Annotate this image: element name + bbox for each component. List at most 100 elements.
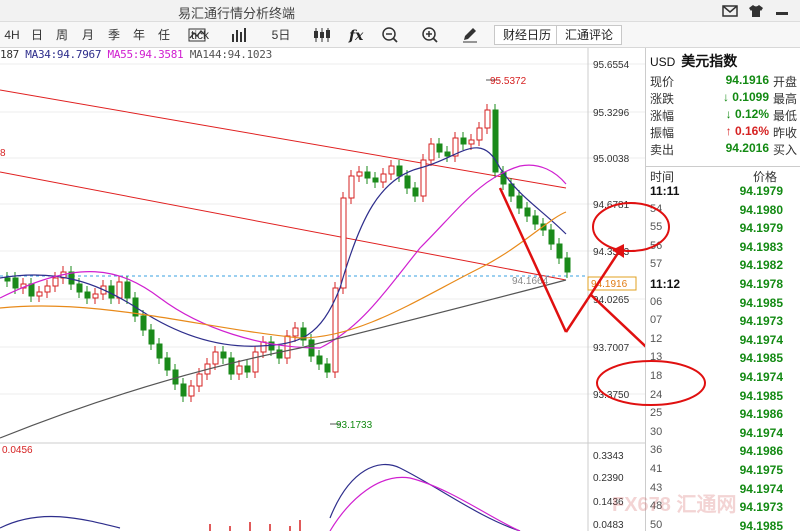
quote-value: ↑ 0.16% — [726, 124, 769, 138]
quote-arrow: ↓ — [722, 90, 729, 104]
tick-price: 94.1973 — [739, 314, 783, 329]
candle-body — [4, 277, 11, 282]
tick-row: 57 94.1982 — [646, 256, 800, 275]
svg-text:fx: fx — [348, 28, 364, 44]
price-axis-label: 94.6781 — [593, 200, 630, 211]
zoom-out-icon[interactable] — [380, 26, 400, 44]
tick-price: 94.1978 — [739, 277, 783, 291]
zoom-in-icon[interactable] — [420, 26, 440, 44]
tick-price: 94.1973 — [739, 500, 783, 515]
candle-body — [196, 373, 203, 387]
shirt-icon[interactable] — [748, 4, 764, 18]
quote-number: 94.1916 — [725, 73, 769, 87]
subchart-axis-label: 0.0483 — [593, 520, 624, 531]
minimize-icon[interactable] — [774, 4, 790, 18]
tick-row: 56 94.1983 — [646, 238, 800, 257]
candle-body — [564, 257, 571, 273]
period-week[interactable]: 周 — [55, 26, 69, 44]
candle-body — [420, 159, 427, 197]
quote-right-label: 最高 — [772, 92, 797, 106]
candle-body — [212, 351, 219, 365]
candle-body — [380, 173, 387, 183]
candle-body — [548, 229, 555, 245]
tick-time: 06 — [650, 295, 663, 308]
tick-price: 94.1985 — [739, 295, 783, 310]
candle-body — [92, 293, 99, 299]
candle-body — [148, 329, 155, 345]
candle-body — [348, 175, 355, 199]
price-axis-label: 94.3523 — [593, 247, 630, 258]
candle-body — [324, 363, 331, 373]
high-price-label: 95.5372 — [490, 76, 527, 87]
quote-right-label: 开盘 — [772, 75, 797, 89]
period-year[interactable]: 年 — [132, 26, 146, 44]
tick-row: 41 94.1975 — [646, 461, 800, 480]
quote-row: 现价 94.1916 开盘 — [646, 72, 800, 89]
fx-commentary-button[interactable]: 汇通评论 — [556, 25, 623, 45]
tick-price: 94.1979 — [739, 184, 783, 198]
quote-label: 振幅 — [650, 126, 675, 140]
candle-body — [364, 171, 371, 179]
ma144-line — [0, 211, 567, 339]
quote-row: 卖出 94.2016 买入 — [646, 140, 800, 157]
bar-chart-icon[interactable] — [229, 26, 249, 44]
ma144-label: MA144:94.1023 — [189, 48, 273, 61]
tick-time: 36 — [650, 444, 663, 457]
quote-row: 振幅 ↑ 0.16% 昨收 — [646, 123, 800, 140]
quote-right-label: 昨收 — [772, 126, 797, 140]
period-custom[interactable]: 任 — [157, 26, 171, 44]
economic-calendar-button[interactable]: 财经日历 — [494, 25, 561, 45]
candle-body — [396, 165, 403, 177]
tick-price: 94.1979 — [739, 221, 783, 236]
period-4h[interactable]: 4H — [4, 26, 20, 44]
candlestick-icon[interactable] — [312, 26, 332, 44]
kline-chart-area[interactable]: 95.6554 95.3296 95.0038 94.6781 94.3523 94.02… — [0, 48, 666, 531]
quote-number: 0.16% — [734, 124, 769, 138]
candle-body — [44, 285, 51, 293]
tick-table-header: 时间 价格 — [646, 166, 800, 184]
candle-body — [188, 385, 195, 397]
quote-value: 94.2016 — [726, 141, 769, 155]
mail-icon[interactable] — [722, 4, 738, 18]
tick-row: 50 94.1985 — [646, 517, 800, 531]
quote-panel: USD 美元指数 现价 94.1916 开盘 涨跌 ↓ 0.1099 最高 涨幅 ↓ 0.1… — [645, 48, 800, 531]
tick-price: 94.1982 — [739, 258, 783, 273]
price-axis-label: 95.3296 — [593, 108, 630, 119]
tick-time: 57 — [650, 258, 663, 271]
period-5day[interactable]: 5日 — [270, 26, 292, 44]
tick-price: 94.1986 — [739, 444, 783, 459]
candle-body — [468, 139, 475, 145]
tick-price: 94.1974 — [739, 481, 783, 496]
pen-draw-icon[interactable] — [460, 26, 480, 44]
tick-price: 94.1985 — [739, 518, 783, 531]
quote-right-label: 买入 — [772, 143, 797, 157]
quote-value: 94.1916 — [726, 73, 769, 87]
sub-line-3 — [329, 476, 521, 531]
candle-body — [476, 127, 483, 141]
quote-label: 现价 — [650, 75, 675, 89]
candle-body — [436, 143, 443, 153]
quote-row: 涨幅 ↓ 0.12% 最低 — [646, 106, 800, 123]
candle-body — [460, 137, 467, 145]
tick-row: 11:12 94.1978 — [646, 275, 800, 294]
period-quarter[interactable]: 季 — [107, 26, 121, 44]
candle-body — [332, 287, 339, 373]
tick-button[interactable]: tick — [187, 26, 213, 44]
quote-right-label: 最低 — [772, 109, 797, 123]
tick-price: 94.1975 — [739, 463, 783, 477]
tick-price: 94.1980 — [739, 202, 783, 217]
function-fx-icon[interactable]: fx — [346, 26, 366, 44]
sub-line-1 — [0, 515, 121, 529]
ma55-line — [0, 164, 567, 349]
candle-body — [140, 315, 147, 331]
candle-body — [52, 277, 59, 287]
kline-chart[interactable]: 95.655495.329695.003894.678194.352394.02… — [0, 48, 666, 531]
period-month[interactable]: 月 — [81, 26, 95, 44]
candle-body — [556, 243, 563, 259]
quote-label: 卖出 — [650, 143, 675, 157]
tick-time: 24 — [650, 388, 663, 401]
candle-body — [236, 365, 243, 375]
period-day[interactable]: 日 — [30, 26, 44, 44]
tick-time: 55 — [650, 221, 663, 234]
price-axis-label: 95.6554 — [593, 60, 630, 71]
